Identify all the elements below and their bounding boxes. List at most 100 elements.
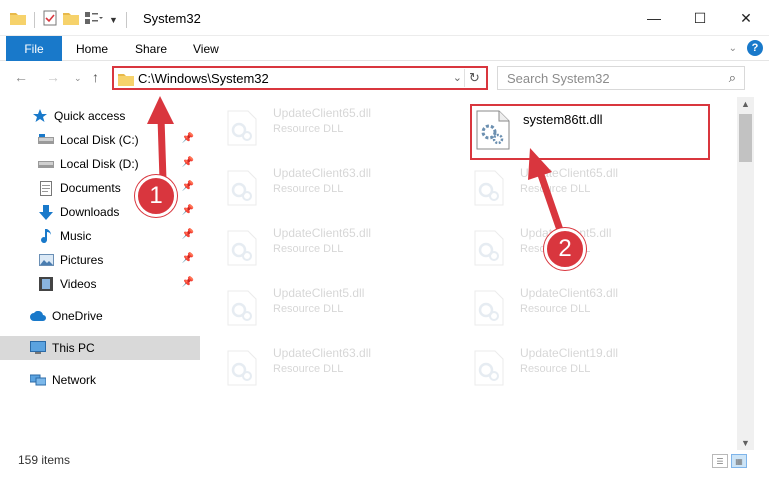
pin-icon[interactable]: 📌 [182, 181, 194, 192]
sidebar-item-label: This PC [52, 341, 95, 355]
dll-file-icon [476, 110, 510, 150]
tab-file[interactable]: File [6, 36, 62, 61]
sidebar-item-label: Quick access [54, 109, 126, 123]
details-view-icon[interactable]: ☰ [712, 454, 728, 468]
sidebar-item-network[interactable]: Network [0, 368, 200, 392]
customize-toolbar-icon[interactable]: ▼ [109, 15, 118, 25]
file-item-system86tt-dll[interactable]: system86tt.dll [470, 104, 710, 160]
close-icon: ✕ [740, 9, 752, 26]
file-item[interactable]: UpdateClient65.dll Resource DLL [450, 160, 690, 216]
maximize-button[interactable]: ☐ [677, 0, 723, 36]
tab-view[interactable]: View [193, 36, 219, 61]
help-icon[interactable]: ? [747, 40, 763, 56]
vertical-scrollbar[interactable]: ▲ ▼ [737, 97, 754, 450]
file-item[interactable]: UpdateClient65.dll Resource DLL [203, 220, 443, 276]
drive-icon [38, 132, 54, 148]
file-item[interactable]: UpdateClient5.dll Resource DLL [203, 280, 443, 336]
sidebar-item-local-disk-c[interactable]: Local Disk (C:) 📌 [0, 128, 200, 152]
expand-ribbon-icon[interactable]: ⌄ [729, 43, 737, 54]
file-type: Resource DLL [273, 183, 344, 195]
cloud-icon [30, 308, 46, 324]
search-icon[interactable]: ⌕ [729, 70, 736, 86]
forward-arrow-icon[interactable]: → [46, 69, 60, 85]
file-name: UpdateClient65.dll [520, 166, 619, 180]
quick-access-toolbar: ▼ [10, 10, 129, 29]
sidebar-item-local-disk-d[interactable]: Local Disk (D:) 📌 [0, 152, 200, 176]
sidebar-item-label: Local Disk (D:) [60, 157, 139, 171]
film-icon [38, 276, 54, 292]
sidebar-item-music[interactable]: Music 📌 [0, 224, 200, 248]
ribbon-right-controls: ⌄ ? [729, 40, 763, 56]
file-name: UpdateClient63.dll [520, 286, 619, 300]
pin-icon[interactable]: 📌 [182, 253, 194, 264]
download-arrow-icon [38, 204, 54, 220]
address-bar[interactable]: C:\Windows\System32 ⌄ ↻ [112, 66, 488, 90]
sidebar-item-label: Music [60, 229, 92, 243]
sidebar-item-label: Network [52, 373, 97, 387]
file-type: Resource DLL [520, 303, 591, 315]
dll-file-icon [474, 170, 504, 206]
search-box[interactable]: Search System32 ⌕ [497, 66, 745, 90]
music-note-icon [38, 228, 54, 244]
large-icons-view-icon[interactable]: ▦ [731, 454, 747, 468]
dll-file-icon [227, 110, 257, 146]
view-options-icon[interactable] [85, 11, 103, 28]
tab-home[interactable]: Home [76, 36, 108, 61]
window-title: System32 [143, 11, 201, 26]
sidebar-item-videos[interactable]: Videos 📌 [0, 272, 200, 296]
drive-icon [38, 156, 54, 172]
properties-icon[interactable] [43, 10, 57, 29]
sidebar-item-onedrive[interactable]: OneDrive [0, 304, 200, 328]
monitor-icon [30, 340, 46, 356]
file-name: UpdateClient63.dll [273, 166, 372, 180]
window-controls: — ☐ ✕ [631, 0, 769, 36]
file-list: UpdateClient65.dll Resource DLL UpdateCl… [203, 100, 737, 445]
dll-file-icon [227, 170, 257, 206]
dll-file-icon [474, 290, 504, 326]
scrollbar-thumb[interactable] [739, 114, 752, 162]
file-name: system86tt.dll [523, 112, 603, 127]
file-type: Resource DLL [273, 123, 344, 135]
minimize-button[interactable]: — [631, 0, 677, 36]
scroll-up-icon[interactable]: ▲ [741, 99, 750, 109]
up-arrow-icon[interactable]: ↑ [92, 69, 99, 85]
file-name: UpdateClient65.dll [273, 226, 372, 240]
pin-icon[interactable]: 📌 [182, 277, 194, 288]
chevron-down-icon[interactable]: ⌄ [453, 71, 462, 84]
back-arrow-icon[interactable]: ← [14, 69, 28, 85]
pin-icon[interactable]: 📌 [182, 205, 194, 216]
refresh-icon[interactable]: ↻ [464, 69, 484, 87]
file-item[interactable]: UpdateClient63.dll Resource DLL [450, 280, 690, 336]
scroll-down-icon[interactable]: ▼ [741, 438, 750, 448]
maximize-icon: ☐ [693, 9, 707, 26]
file-name: UpdateClient65.dll [273, 106, 372, 120]
sidebar-item-this-pc[interactable]: This PC [0, 336, 200, 360]
file-item[interactable]: UpdateClient63.dll Resource DLL [203, 160, 443, 216]
file-name: UpdateClient63.dll [273, 346, 372, 360]
file-name: UpdateClient5.dll [273, 286, 365, 300]
toolbar-separator [125, 11, 127, 28]
file-item[interactable]: UpdateClient63.dll Resource DLL [203, 340, 443, 396]
sidebar-item-quick-access[interactable]: Quick access [0, 104, 200, 128]
search-input[interactable]: Search System32 [507, 71, 610, 86]
pin-icon[interactable]: 📌 [182, 157, 194, 168]
pin-icon[interactable]: 📌 [182, 229, 194, 240]
title-bar: ▼ System32 — ☐ ✕ [0, 0, 769, 36]
address-path[interactable]: C:\Windows\System32 [138, 71, 269, 86]
sidebar-item-pictures[interactable]: Pictures 📌 [0, 248, 200, 272]
tab-share[interactable]: Share [135, 36, 167, 61]
navigation-pane: Quick access Local Disk (C:) 📌 Local Dis… [0, 100, 200, 445]
ribbon-tabs: File Home Share View ⌄ ? [0, 36, 769, 61]
recent-locations-icon[interactable]: ⌄ [74, 73, 82, 84]
sidebar-item-label: Videos [60, 277, 97, 291]
pin-icon[interactable]: 📌 [182, 133, 194, 144]
file-item[interactable]: UpdateClient65.dll Resource DLL [203, 100, 443, 156]
network-icon [30, 372, 46, 388]
file-name: UpdateClient19.dll [520, 346, 619, 360]
file-type: Resource DLL [273, 243, 344, 255]
new-folder-icon[interactable] [63, 11, 79, 28]
file-type: Resource DLL [520, 183, 591, 195]
sidebar-item-label: Local Disk (C:) [60, 133, 139, 147]
close-button[interactable]: ✕ [723, 0, 769, 36]
file-item[interactable]: UpdateClient19.dll Resource DLL [450, 340, 690, 396]
